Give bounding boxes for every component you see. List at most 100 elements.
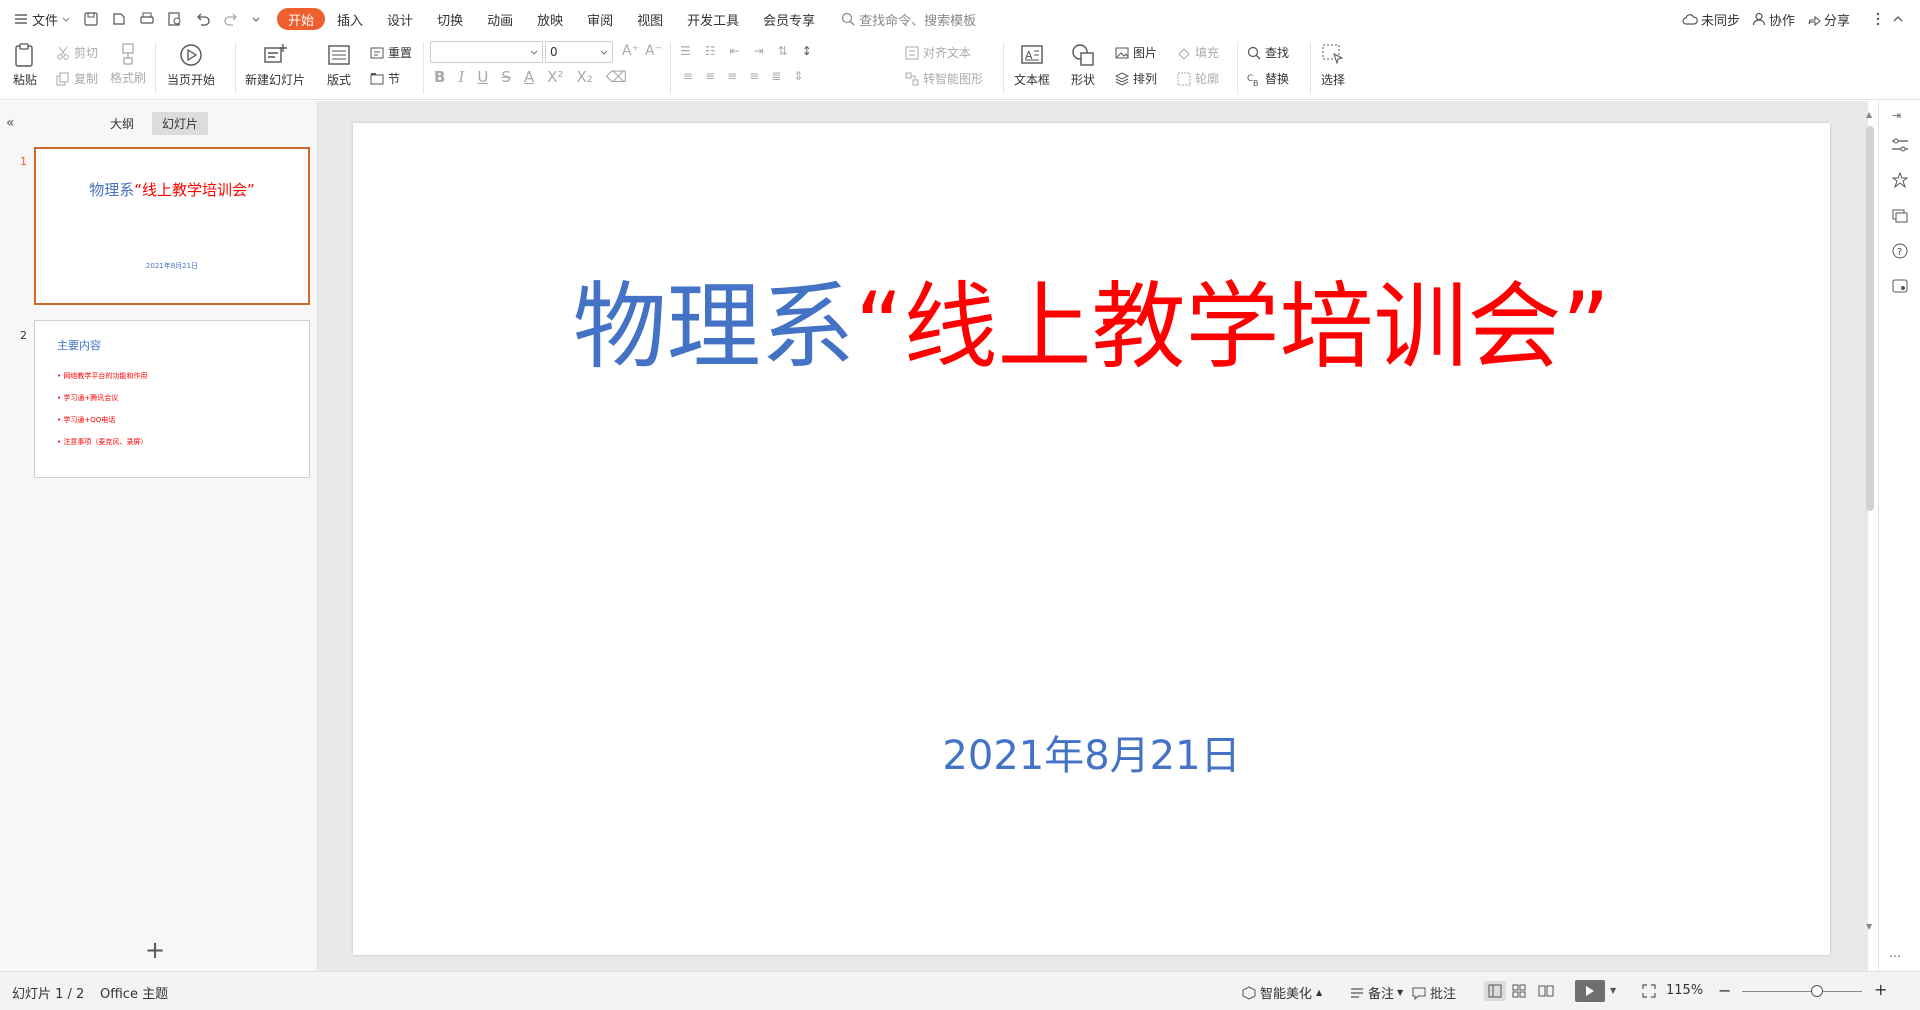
sync-status-button[interactable]: 未同步 bbox=[1676, 6, 1746, 32]
command-search[interactable]: 查找命令、搜索模板 bbox=[835, 6, 982, 32]
slide-canvas[interactable]: 物理系“线上教学培训会” 2021年8月21日 bbox=[353, 123, 1830, 955]
slide-thumbnail-1[interactable]: 物理系“线上教学培训会” 2021年8月21日 bbox=[34, 147, 310, 305]
increase-indent-icon[interactable]: ⇥ bbox=[754, 44, 764, 58]
line-spacing-icon[interactable]: ↕ bbox=[802, 44, 812, 58]
redo-icon[interactable] bbox=[217, 6, 245, 32]
help-icon[interactable]: ? bbox=[1892, 243, 1908, 259]
align-left-icon[interactable]: ≡ bbox=[683, 69, 693, 83]
underline-icon[interactable]: U bbox=[477, 68, 488, 86]
collapse-panel-icon[interactable]: « bbox=[6, 115, 15, 131]
font-color-icon[interactable]: A bbox=[524, 68, 534, 86]
tab-review[interactable]: 审阅 bbox=[575, 6, 625, 32]
align-right-icon[interactable]: ≡ bbox=[727, 69, 737, 83]
picture-button[interactable]: 图片 bbox=[1115, 44, 1157, 61]
preview-icon[interactable] bbox=[161, 6, 189, 32]
fill-button[interactable]: 填充 bbox=[1177, 44, 1219, 61]
add-slide-button[interactable]: + bbox=[145, 936, 165, 964]
zoom-in-icon[interactable]: + bbox=[1874, 980, 1887, 999]
tab-view[interactable]: 视图 bbox=[625, 6, 675, 32]
transition-icon[interactable] bbox=[1892, 207, 1908, 223]
shape-button[interactable]: 形状 bbox=[1070, 42, 1096, 88]
superscript-icon[interactable]: X² bbox=[547, 68, 563, 86]
align-text-button[interactable]: 对齐文本 bbox=[905, 44, 971, 61]
reset-button[interactable]: 重置 bbox=[370, 44, 412, 61]
export-icon[interactable] bbox=[105, 6, 133, 32]
paste-button[interactable]: 粘贴 bbox=[12, 42, 38, 88]
font-size-select[interactable]: 0 bbox=[545, 41, 613, 63]
slide-thumbnail-2[interactable]: 主要内容 • 网络教学平台的功能和作用 • 学习通+腾讯会议 • 学习通+QQ电… bbox=[34, 320, 310, 478]
collaborate-button[interactable]: 协作 bbox=[1746, 6, 1801, 32]
slide-title[interactable]: 物理系“线上教学培训会” bbox=[353, 281, 1830, 375]
slide-sorter-icon[interactable] bbox=[1512, 984, 1526, 998]
find-button[interactable]: 查找 bbox=[1247, 44, 1289, 61]
reading-view-icon[interactable] bbox=[1538, 984, 1554, 998]
shrink-font-icon[interactable]: A⁻ bbox=[645, 43, 662, 59]
tab-animations[interactable]: 动画 bbox=[475, 6, 525, 32]
select-button[interactable]: 选择 bbox=[1320, 42, 1346, 88]
slide-date[interactable]: 2021年8月21日 bbox=[353, 723, 1830, 781]
tab-home[interactable]: 开始 bbox=[277, 8, 326, 30]
outline-button[interactable]: 轮廓 bbox=[1177, 70, 1219, 87]
slideshow-play-button[interactable] bbox=[1575, 980, 1605, 1002]
italic-icon[interactable]: I bbox=[458, 68, 464, 86]
scroll-down-icon[interactable]: ▼ bbox=[1866, 922, 1872, 931]
tab-insert[interactable]: 插入 bbox=[325, 6, 375, 32]
tab-design[interactable]: 设计 bbox=[375, 6, 425, 32]
save-icon[interactable] bbox=[77, 6, 105, 32]
zoom-slider-handle[interactable] bbox=[1811, 985, 1823, 997]
font-name-select[interactable] bbox=[430, 41, 543, 63]
column-spacing-icon[interactable]: ⇕ bbox=[793, 69, 803, 83]
expand-sidebar-icon[interactable]: ⇥ bbox=[1892, 109, 1901, 122]
numbered-list-icon[interactable]: ☷ bbox=[705, 44, 716, 58]
zoom-slider[interactable] bbox=[1742, 985, 1862, 997]
properties-icon[interactable] bbox=[1891, 137, 1909, 153]
clear-format-icon[interactable]: ⌫ bbox=[606, 68, 627, 86]
tab-slideshow[interactable]: 放映 bbox=[525, 6, 575, 32]
play-from-current-button[interactable]: 当页开始 bbox=[167, 42, 215, 88]
arrange-button[interactable]: 排列 bbox=[1115, 70, 1157, 87]
fit-window-icon[interactable] bbox=[1642, 984, 1656, 998]
animation-pane-icon[interactable] bbox=[1892, 172, 1908, 188]
textbox-button[interactable]: A 文本框 bbox=[1014, 42, 1050, 88]
smartart-button[interactable]: 转智能图形 bbox=[905, 70, 983, 87]
beautify-pane-icon[interactable] bbox=[1892, 278, 1908, 294]
more-options-icon[interactable]: ⋯ bbox=[1889, 949, 1901, 963]
comments-button[interactable]: 批注 bbox=[1412, 983, 1456, 1002]
cut-button[interactable]: 剪切 bbox=[56, 44, 98, 61]
grow-font-icon[interactable]: A⁺ bbox=[622, 43, 639, 59]
copy-button[interactable]: 复制 bbox=[56, 70, 98, 87]
theme-name[interactable]: Office 主题 bbox=[100, 983, 168, 1002]
file-menu[interactable]: 文件 bbox=[8, 6, 77, 32]
justify-icon[interactable]: ≡ bbox=[749, 69, 759, 83]
scroll-thumb[interactable] bbox=[1866, 126, 1874, 511]
undo-icon[interactable] bbox=[189, 6, 217, 32]
bullet-list-icon[interactable]: ☰ bbox=[680, 44, 691, 58]
notes-button[interactable]: 备注 ▼ bbox=[1350, 983, 1403, 1002]
tab-developer[interactable]: 开发工具 bbox=[675, 6, 751, 32]
section-button[interactable]: 节 bbox=[370, 70, 400, 87]
print-icon[interactable] bbox=[133, 6, 161, 32]
format-painter-button[interactable]: 格式刷 bbox=[110, 42, 146, 86]
tab-outline[interactable]: 大纲 bbox=[110, 115, 134, 132]
normal-view-icon[interactable] bbox=[1484, 981, 1506, 1001]
strikethrough-icon[interactable]: S bbox=[501, 68, 511, 86]
vertical-scrollbar[interactable]: ▲ ▼ bbox=[1865, 110, 1875, 965]
layout-button[interactable]: 版式 bbox=[326, 42, 352, 88]
zoom-level[interactable]: 115% bbox=[1666, 983, 1703, 998]
decrease-indent-icon[interactable]: ⇤ bbox=[730, 44, 740, 58]
zoom-out-icon[interactable]: − bbox=[1718, 981, 1731, 1000]
collapse-ribbon-icon[interactable] bbox=[1886, 6, 1910, 32]
tab-transitions[interactable]: 切换 bbox=[425, 6, 475, 32]
tab-member[interactable]: 会员专享 bbox=[751, 6, 827, 32]
customize-icon[interactable] bbox=[245, 6, 267, 32]
smart-beautify-button[interactable]: 智能美化 ▲ bbox=[1242, 983, 1322, 1002]
align-center-icon[interactable]: ≡ bbox=[705, 69, 715, 83]
scroll-up-icon[interactable]: ▲ bbox=[1866, 110, 1872, 119]
bold-icon[interactable]: B bbox=[434, 68, 445, 86]
chevron-down-icon[interactable]: ▼ bbox=[1610, 986, 1616, 995]
replace-button[interactable]: CB 替换 bbox=[1247, 70, 1289, 87]
text-direction-icon[interactable]: ⇅ bbox=[778, 44, 788, 58]
more-options-icon[interactable] bbox=[1870, 6, 1886, 32]
new-slide-button[interactable]: 新建幻灯片 bbox=[245, 42, 305, 88]
distribute-icon[interactable]: ≣ bbox=[771, 69, 781, 83]
